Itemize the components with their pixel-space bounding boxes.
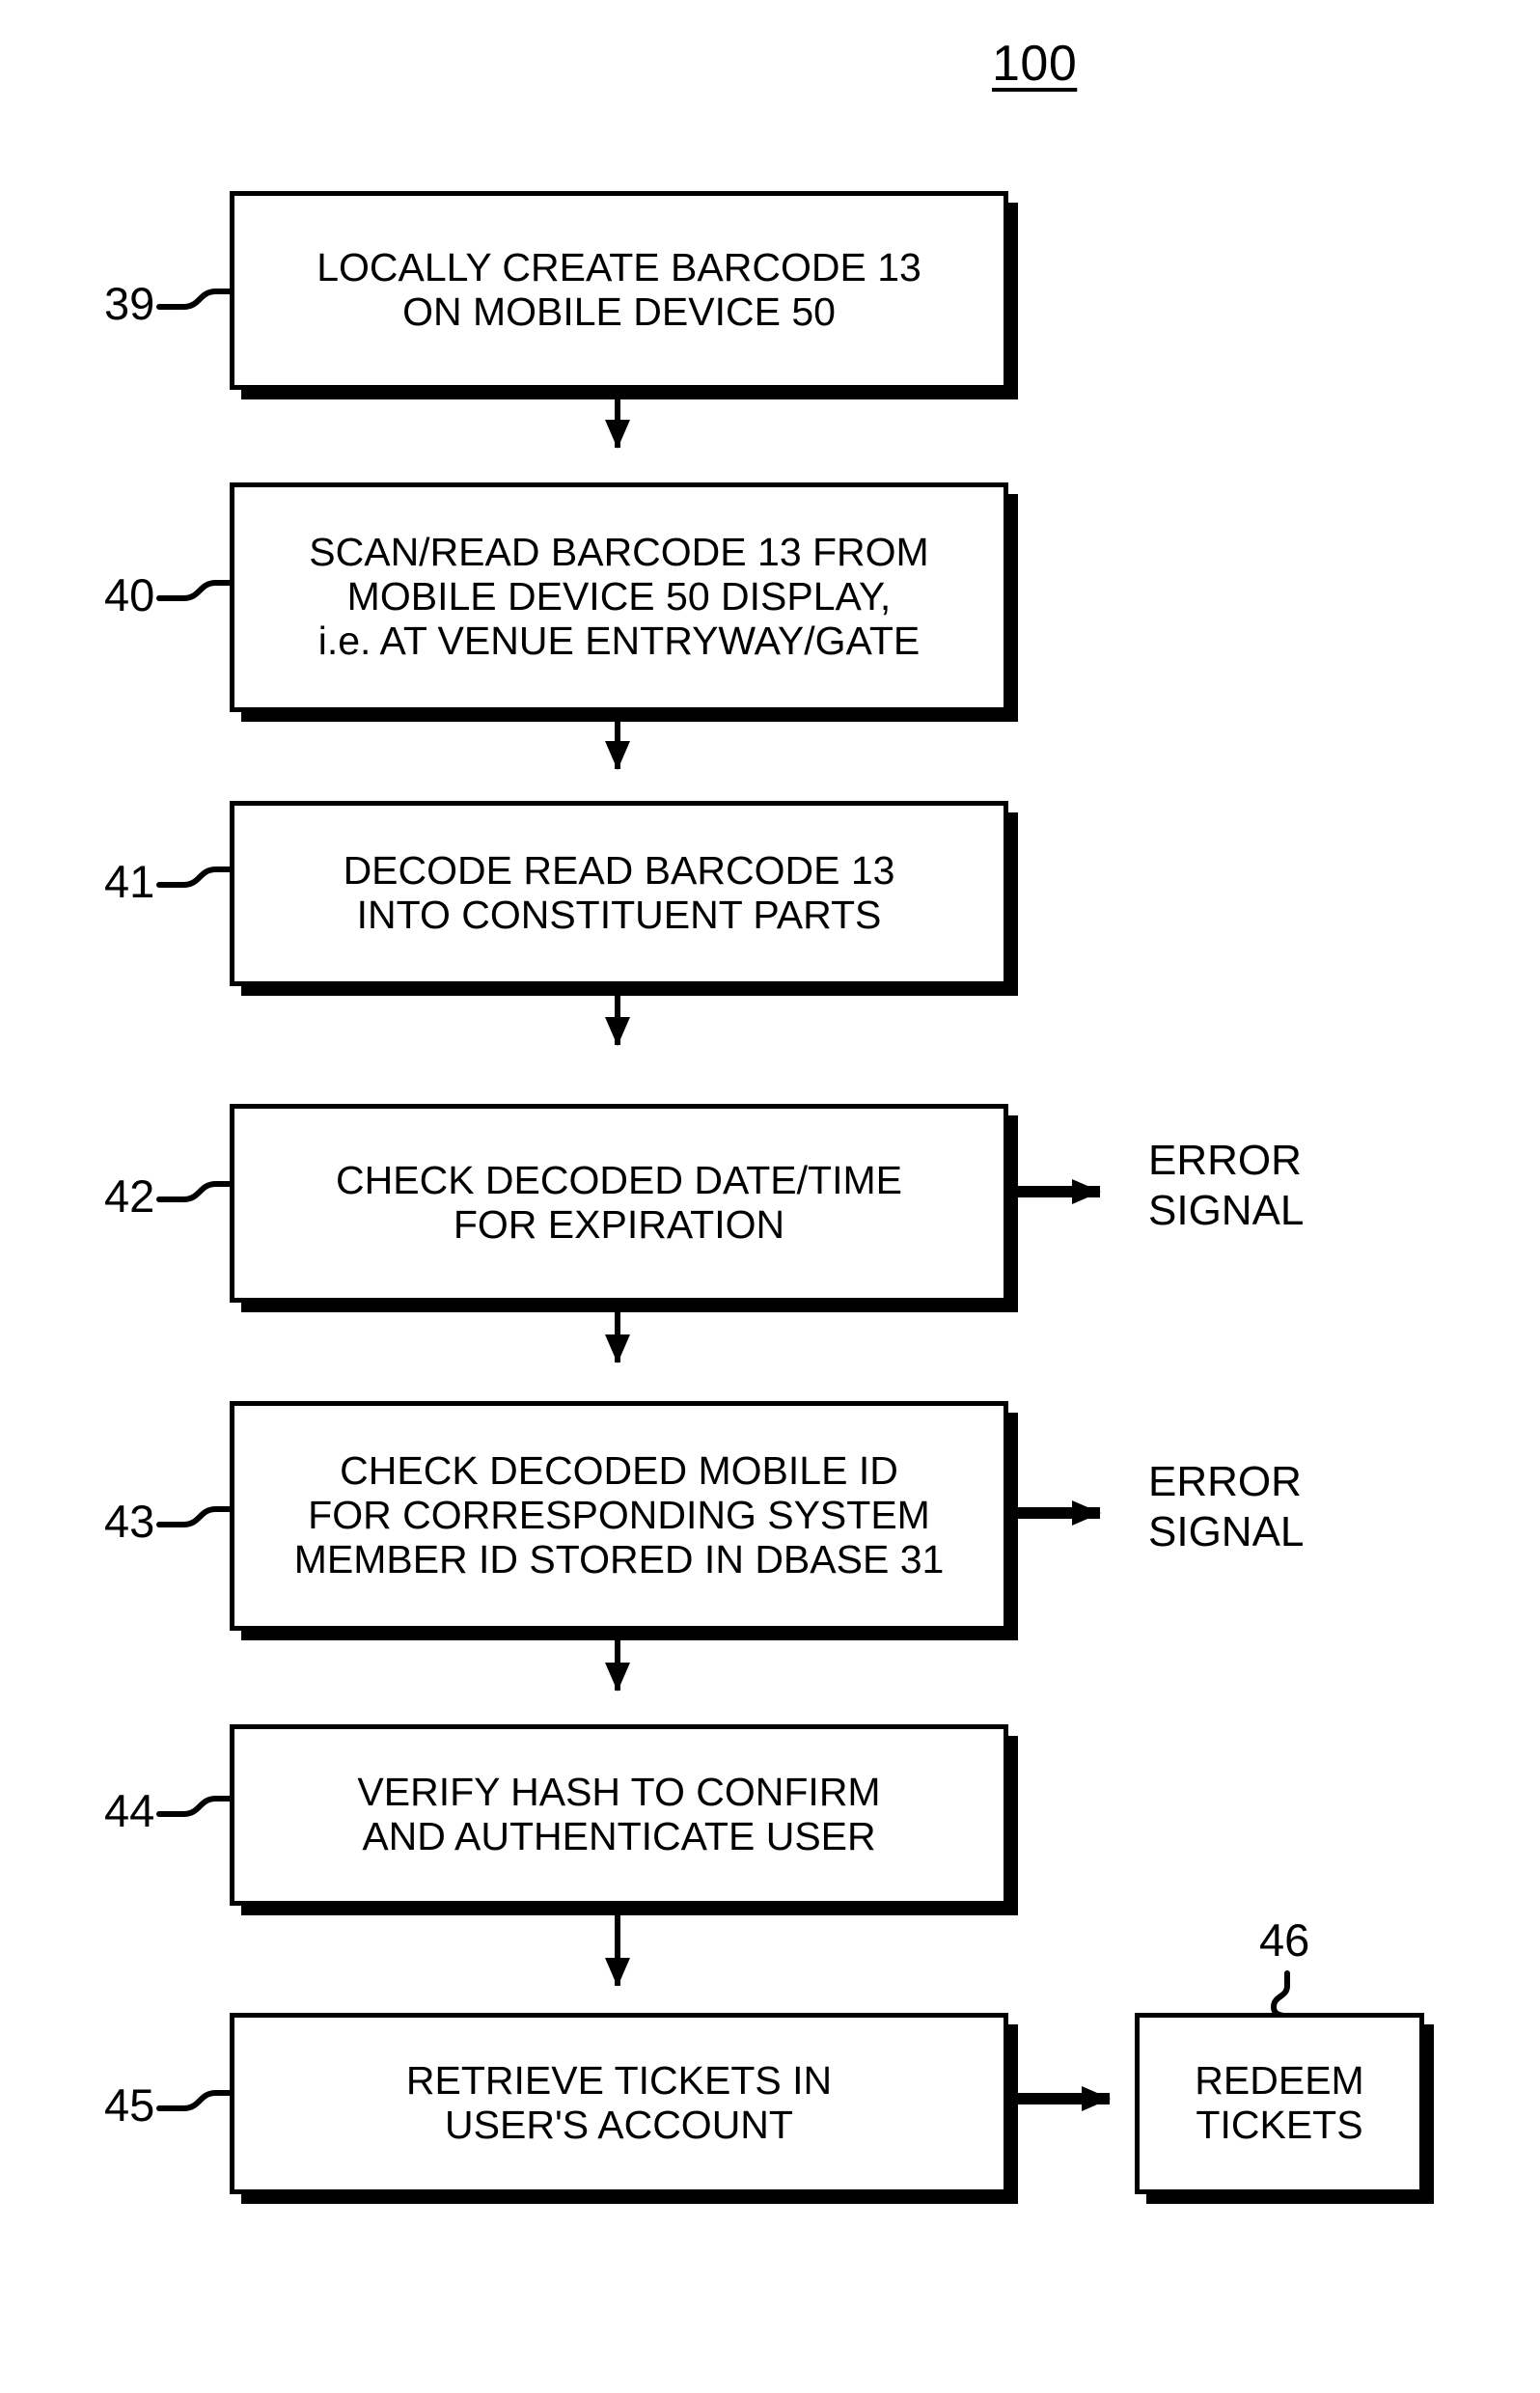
ref-numeral-45: 45 bbox=[104, 2079, 155, 2131]
patent-figure-flowchart: 100 39 40 41 42 43 44 45 46 LOCALLY CREA… bbox=[0, 0, 1540, 2393]
leader-line-46 bbox=[1270, 1970, 1290, 2020]
step-45-retrieve-tickets[interactable]: RETRIEVE TICKETS IN USER'S ACCOUNT bbox=[230, 2013, 1008, 2194]
step-46-redeem-tickets[interactable]: REDEEM TICKETS bbox=[1135, 2013, 1424, 2194]
leader-line-44 bbox=[156, 1796, 234, 1817]
step-43-label: CHECK DECODED MOBILE ID FOR CORRESPONDIN… bbox=[293, 1448, 945, 1582]
leader-line-45 bbox=[156, 2090, 234, 2111]
step-42-label: CHECK DECODED DATE/TIME FOR EXPIRATION bbox=[336, 1158, 902, 1247]
figure-number-100: 100 bbox=[992, 36, 1078, 92]
leader-line-39 bbox=[156, 289, 234, 310]
step-41-label: DECODE READ BARCODE 13 INTO CONSTITUENT … bbox=[343, 848, 895, 937]
ref-numeral-44: 44 bbox=[104, 1785, 155, 1836]
step-39-locally-create-barcode[interactable]: LOCALLY CREATE BARCODE 13 ON MOBILE DEVI… bbox=[230, 191, 1008, 390]
leader-line-42 bbox=[156, 1181, 234, 1202]
step-41-decode-barcode[interactable]: DECODE READ BARCODE 13 INTO CONSTITUENT … bbox=[230, 801, 1008, 986]
error-signal-label-42: ERROR SIGNAL bbox=[1148, 1137, 1305, 1234]
ref-numeral-42: 42 bbox=[104, 1170, 155, 1222]
step-45-label: RETRIEVE TICKETS IN USER'S ACCOUNT bbox=[405, 2058, 833, 2147]
leader-line-41 bbox=[156, 866, 234, 888]
ref-numeral-46: 46 bbox=[1259, 1914, 1310, 1966]
error-signal-label-43: ERROR SIGNAL bbox=[1148, 1458, 1305, 1555]
step-44-label: VERIFY HASH TO CONFIRM AND AUTHENTICATE … bbox=[357, 1770, 881, 1858]
step-39-label: LOCALLY CREATE BARCODE 13 ON MOBILE DEVI… bbox=[316, 245, 921, 334]
step-40-label: SCAN/READ BARCODE 13 FROM MOBILE DEVICE … bbox=[309, 530, 929, 663]
step-42-check-date-time[interactable]: CHECK DECODED DATE/TIME FOR EXPIRATION bbox=[230, 1104, 1008, 1303]
leader-line-40 bbox=[156, 580, 234, 601]
step-46-label: REDEEM TICKETS bbox=[1195, 2058, 1364, 2147]
ref-numeral-39: 39 bbox=[104, 278, 155, 329]
step-40-scan-read-barcode[interactable]: SCAN/READ BARCODE 13 FROM MOBILE DEVICE … bbox=[230, 482, 1008, 712]
ref-numeral-43: 43 bbox=[104, 1496, 155, 1547]
leader-line-43 bbox=[156, 1506, 234, 1527]
step-44-verify-hash[interactable]: VERIFY HASH TO CONFIRM AND AUTHENTICATE … bbox=[230, 1724, 1008, 1906]
ref-numeral-40: 40 bbox=[104, 569, 155, 620]
ref-numeral-41: 41 bbox=[104, 856, 155, 907]
step-43-check-mobile-id[interactable]: CHECK DECODED MOBILE ID FOR CORRESPONDIN… bbox=[230, 1401, 1008, 1631]
